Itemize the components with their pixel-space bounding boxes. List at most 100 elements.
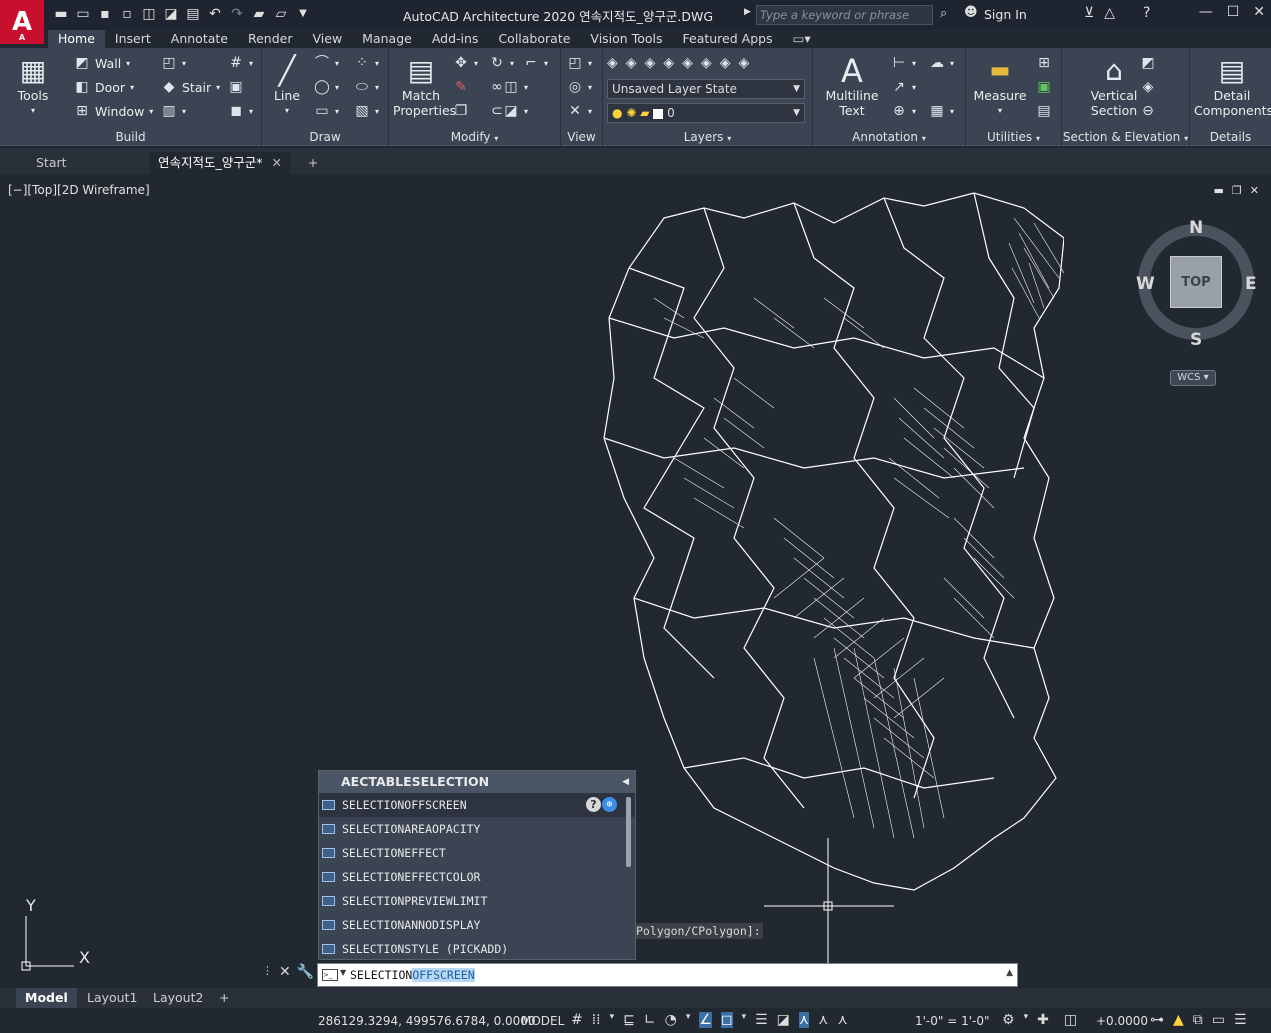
cart-icon[interactable]: ⊻ [1084,5,1094,21]
autocomplete-item[interactable]: SELECTIONEFFECTCOLOR [319,865,635,889]
layer-walk-icon[interactable]: ◈ [738,55,749,71]
application-menu-button[interactable]: A A [0,0,44,44]
tab-vision-tools[interactable]: Vision Tools [580,30,672,48]
viewport-restore-icon[interactable]: ❐ [1232,184,1242,197]
points-button[interactable]: ⁘ ▾ [354,55,379,71]
save-icon[interactable]: ▪ [96,5,114,23]
viewport-controls-label[interactable]: [−][Top][2D Wireframe] [8,183,150,197]
polar-dropdown-icon[interactable]: ▾ [686,1012,691,1028]
close-command-line-icon[interactable]: ✕ [279,964,291,980]
viewcube-west[interactable]: W [1136,274,1155,294]
layer-freeze-icon[interactable]: ◈ [663,55,674,71]
polyline-button[interactable]: ⌒ ▾ [314,55,339,71]
snap-mode-icon[interactable]: ⁞⁞ [592,1012,601,1028]
calculator-button[interactable]: ▤ [1036,103,1052,119]
fillet-button[interactable]: ⌐ ▾ [523,55,548,71]
customize-icon[interactable]: ☰ [1234,1012,1247,1028]
auto-scale-icon[interactable]: ⋏ [818,1012,828,1028]
viewcube-south[interactable]: S [1190,330,1202,350]
command-history-toggle-icon[interactable]: ▲ [1006,968,1013,978]
select-all-button[interactable]: ▣ [1036,79,1052,95]
save-web-icon[interactable]: ◪ [162,5,180,23]
command-prompt-icon[interactable]: >_ [322,969,338,981]
workspace-gear-icon[interactable]: ⚙ [1002,1012,1015,1028]
autocomplete-item[interactable]: SELECTIONPREVIEWLIMIT [319,889,635,913]
annotation-scale-button[interactable]: ⊕ ▾ [891,103,916,119]
tab-add-ins[interactable]: Add-ins [422,30,489,48]
ribbon-toggle-icon[interactable]: ▭▾ [783,30,821,48]
autocomplete-item[interactable]: SELECTIONAREAOPACITY [319,817,635,841]
column-button[interactable]: ▣ [228,79,244,95]
viewport-minimize-icon[interactable]: ▬ [1214,184,1224,197]
tab-drawing[interactable]: 연속지적도_양구군* ✕ [150,152,290,174]
grid-display-icon[interactable]: # [571,1012,583,1028]
edit-button[interactable]: ✎ [453,79,469,95]
layer-lock-icon[interactable]: ◈ [682,55,693,71]
autocomplete-scrollbar[interactable] [626,797,631,867]
close-icon[interactable]: ✕ [1253,4,1265,20]
warning-icon[interactable]: ▲ [1173,1012,1184,1028]
annotation-visibility-icon[interactable]: ⋏ [798,1012,810,1028]
model-space-button[interactable]: MODEL [521,1014,564,1028]
measure-button[interactable]: ▬ Measure ▾ [972,54,1028,118]
autocomplete-item[interactable]: SELECTIONSTYLE (PICKADD) [319,937,635,961]
annotation-scale-readout[interactable]: 1'-0" = 1'-0" [915,1014,990,1028]
tab-layout1[interactable]: Layout1 [78,988,146,1008]
customize-wrench-icon[interactable]: 🔧 [297,964,314,980]
recent-commands-icon[interactable]: ▼ [340,968,346,977]
lineweight-icon[interactable]: ☰ [755,1012,768,1028]
layer-previous-icon[interactable]: ◈ [720,55,731,71]
object-snap-icon[interactable]: ◻ [720,1012,733,1028]
add-layout-icon[interactable]: + [210,988,238,1008]
tab-view[interactable]: View [303,30,353,48]
minimize-icon[interactable]: — [1199,4,1213,20]
hatch-button[interactable]: ▧ ▾ [354,103,379,119]
view-tools-button[interactable]: ✕ ▾ [567,103,592,119]
command-line-input[interactable]: >_ ▼ SELECTIONOFFSCREEN ▲ [317,963,1018,987]
autodesk-app-icon[interactable]: △ [1104,5,1115,21]
layer-isolate-icon[interactable]: ◈ [645,55,656,71]
copy-button[interactable]: ❐ [453,103,469,119]
layer-off-icon[interactable]: ◈ [626,55,637,71]
detail-components-button[interactable]: ▤ Detail Components [1194,54,1271,118]
match-properties-button[interactable]: ▤ Match Properties [393,54,456,118]
display-config-icon[interactable]: ◫ [1064,1012,1077,1028]
tab-render[interactable]: Render [238,30,303,48]
autocomplete-item[interactable]: SELECTIONEFFECT [319,841,635,865]
section-mark-button[interactable]: ⊖ [1140,103,1156,119]
viewcube-north[interactable]: N [1189,218,1203,238]
layer-state-dropdown[interactable]: Unsaved Layer State ▼ [607,79,805,99]
help-icon[interactable]: ? [1143,5,1150,21]
sign-in-button[interactable]: Sign In [984,7,1027,22]
ortho-icon[interactable]: ∟ [644,1012,656,1028]
stair-button[interactable]: ◆ Stair ▾ [161,79,221,95]
line-button[interactable]: ╱ Line ▾ [270,54,304,118]
layer-key-icon[interactable]: ⧉ [1193,1012,1203,1028]
snap-dropdown-icon[interactable]: ▾ [610,1012,615,1028]
plot-icon[interactable]: ▤ [184,5,202,23]
tab-layout2[interactable]: Layout2 [144,988,212,1008]
table-button[interactable]: ▦ ▾ [929,103,954,119]
coordinate-readout[interactable]: 286129.3294, 499576.6784, 0.0000 [318,1014,536,1028]
search-expand-icon[interactable]: ▶ [744,7,751,17]
layer-properties-icon[interactable]: ◈ [607,55,618,71]
open-icon[interactable]: ▭ [74,5,92,23]
curtain-wall-button[interactable]: ▥ ▾ [161,103,186,119]
viewport-close-icon[interactable]: ✕ [1250,184,1259,197]
viewcube[interactable]: N S E W TOP [1136,216,1257,350]
dimension-button[interactable]: ⊢ ▾ [891,55,916,71]
redo-icon[interactable]: ↷ [228,5,246,23]
multiline-text-button[interactable]: A Multiline Text [821,54,883,118]
tools-button[interactable]: ▦ Tools ▾ [14,54,52,118]
rectangle-button[interactable]: ▭ ▾ [314,103,339,119]
wcs-dropdown[interactable]: WCS ▾ [1170,370,1216,386]
layer-dropdown[interactable]: ● ✺ ▰ 0 ▼ [607,103,805,123]
tab-collaborate[interactable]: Collaborate [488,30,580,48]
polar-tracking-icon[interactable]: ◔ [665,1012,677,1028]
customize-qat-icon[interactable]: ▼ [294,5,312,23]
roof-button[interactable]: ◰ ▾ [161,55,186,71]
new-icon[interactable]: ▬ [52,5,70,23]
surface-hatch-icon[interactable]: ⊶ [1150,1012,1164,1028]
undo-icon[interactable]: ↶ [206,5,224,23]
ellipse-button[interactable]: ⬭ ▾ [354,79,379,95]
